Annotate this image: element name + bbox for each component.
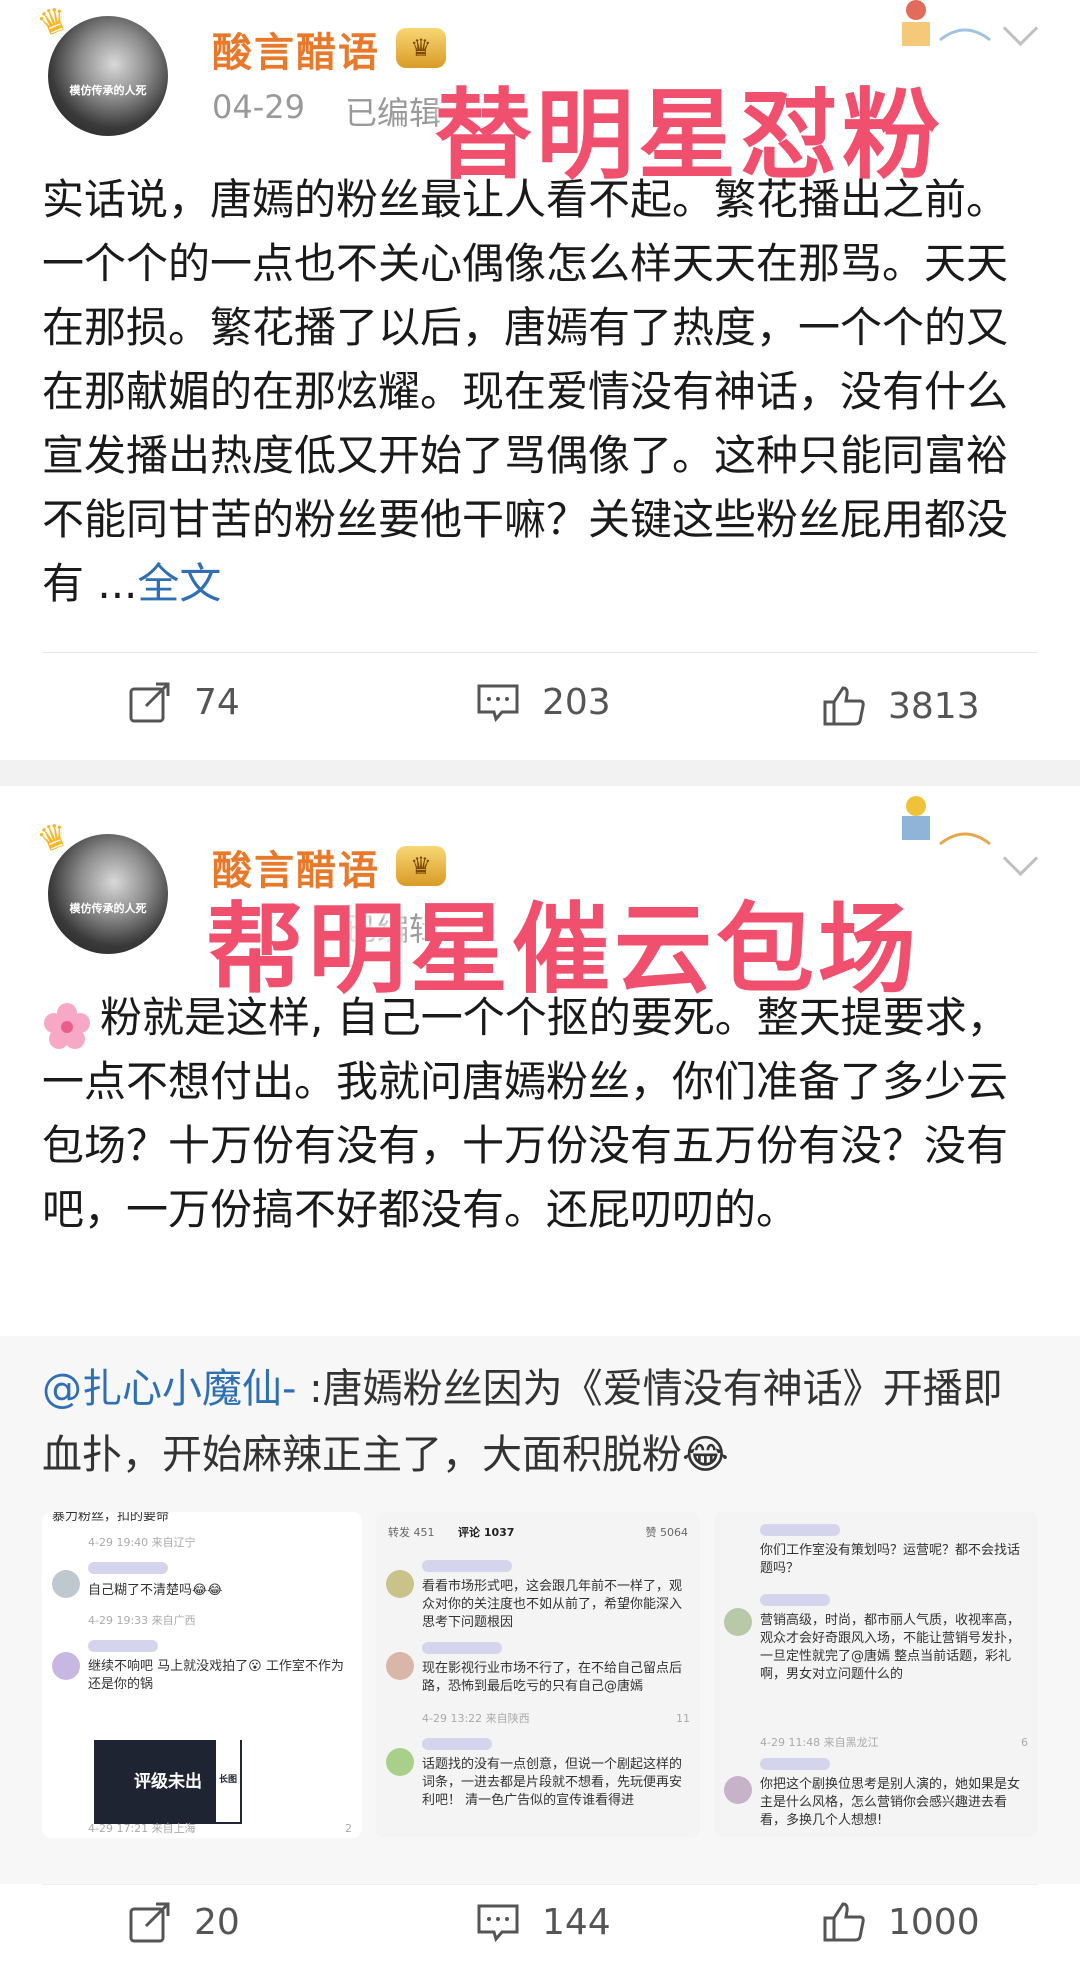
comment-button[interactable]: 144 <box>476 1900 611 1944</box>
post-body: 粉就是这样, 自己一个个抠的要死。整天提要求，一点不想付出。我就问唐嫣粉丝，你们… <box>42 993 1009 1234</box>
username[interactable]: 酸言醋语 <box>212 20 380 78</box>
post-card-1: ♛ 模仿传承的人死 酸言醋语 ♛ 04-29 已编辑 替明星怼粉 实话说，唐嫣的… <box>0 0 1080 760</box>
laughing-emoji-icon: 😂 <box>682 1432 729 1478</box>
blurred-name <box>88 1640 158 1652</box>
post-text: 实话说，唐嫣的粉丝最让人看不起。繁花播出之前。一个个的一点也不关心偶像怎么样天天… <box>42 168 1042 616</box>
rating-card: 评级未出 长图 <box>94 1738 242 1824</box>
thumb-comment: 看看市场形式吧，这会跟几年前不一样了，观众对你的关注度也不如从前了，希望你能深入… <box>422 1579 683 1630</box>
avatar[interactable]: 模仿传承的人死 <box>48 16 168 136</box>
avatar <box>386 1570 414 1598</box>
thumbs-up-icon <box>823 1902 865 1942</box>
section-gap <box>0 760 1080 786</box>
image-thumbnail-1[interactable]: 暴力粉丝，扣的要命 4-29 19:40 来自辽宁 自己糊了不清楚吗😂😂 4-2… <box>42 1512 362 1838</box>
blurred-name <box>88 1562 168 1574</box>
like-count: 3813 <box>888 685 980 727</box>
little-prince-decoration-icon <box>902 0 991 46</box>
thumb-comment: 现在影视行业市场不行了，在不给自己留点后路，恐怖到最后吃亏的只有自己@唐嫣 <box>422 1661 683 1694</box>
thumb-tab-comment: 评论 1037 <box>458 1526 515 1539</box>
blurred-name <box>760 1524 840 1536</box>
thumb-comment: 自己糊了不清楚吗😂😂 <box>88 1583 223 1598</box>
comment-count: 203 <box>542 681 611 723</box>
thumb-tab-repost: 转发 451 <box>388 1526 435 1539</box>
avatar <box>724 1776 752 1804</box>
repost-count: 20 <box>194 1901 240 1943</box>
thumb-time: 4-29 13:22 来自陕西 <box>422 1712 530 1725</box>
post-date: 04-29 <box>212 88 305 126</box>
thumb-text: 暴力粉丝，扣的要命 <box>52 1512 170 1524</box>
like-count: 1000 <box>888 1901 980 1943</box>
avatar <box>724 1608 752 1636</box>
thumbs-up-icon <box>823 686 865 726</box>
long-image-tag: 长图 <box>215 1738 240 1822</box>
thumb-comment: 你们工作室没有策划吗？运营呢？都不会找话题吗？ <box>760 1543 1021 1576</box>
thumb-tab-like: 赞 5064 <box>645 1526 689 1539</box>
thumb-time: 4-29 11:48 来自黑龙江 <box>760 1736 879 1749</box>
thumb-comment: 你把这个剧换位思考是别人演的，她如果是女主是什么风格，怎么营销你会感兴趣进去看看… <box>760 1777 1021 1828</box>
comment-icon <box>477 1904 519 1943</box>
little-prince-decoration-icon <box>902 796 991 846</box>
comment-count: 144 <box>542 1901 611 1943</box>
thumb-time: 4-29 17:21 来自上海 <box>88 1822 196 1835</box>
like-button[interactable]: 3813 <box>822 684 980 728</box>
blurred-name <box>422 1560 512 1572</box>
blurred-name <box>760 1758 830 1770</box>
edited-label: 已编辑 <box>345 94 442 132</box>
thumb-comment: 话题找的没有一点创意，但说一个剧起这样的词条，一进去都是片段就不想看，先玩便再安… <box>422 1757 683 1808</box>
chevron-down-icon[interactable] <box>1002 840 1039 877</box>
repost-button[interactable]: 20 <box>128 1900 240 1944</box>
thumb-comment: 营销高级，时尚，都市丽人气质，收视率高，观众才会好奇跟风入场，不能让营销号发扑，… <box>760 1613 1021 1682</box>
comment-button[interactable]: 203 <box>476 680 611 724</box>
repost-count: 74 <box>194 681 240 723</box>
avatar <box>52 1570 80 1598</box>
avatar-caption: 模仿传承的人死 <box>69 902 147 915</box>
image-thumbnail-2[interactable]: 转发 451 评论 1037 赞 5064 看看市场形式吧，这会跟几年前不一样了… <box>376 1512 700 1838</box>
blurred-name <box>422 1738 492 1750</box>
thumb-likes: 2 <box>345 1822 352 1835</box>
like-button[interactable]: 1000 <box>822 1900 980 1944</box>
blurred-name <box>760 1594 830 1606</box>
divider <box>42 652 1038 653</box>
image-thumbnail-3[interactable]: 你们工作室没有策划吗？运营呢？都不会找话题吗？ 营销高级，时尚，都市丽人气质，收… <box>714 1512 1038 1838</box>
divider <box>42 1884 1038 1885</box>
thumb-likes: 11 <box>676 1712 690 1725</box>
comment-icon <box>477 684 519 723</box>
repost-icon <box>129 1902 170 1943</box>
thumb-time: 4-29 19:33 来自广西 <box>88 1614 196 1627</box>
avatar <box>386 1748 414 1776</box>
repost-icon <box>129 682 170 723</box>
chevron-down-icon[interactable] <box>1002 10 1039 47</box>
full-text-link[interactable]: 全文 <box>137 559 221 608</box>
rating-card-text: 评级未出 <box>134 1772 202 1792</box>
thumb-time: 4-29 19:40 来自辽宁 <box>88 1536 196 1549</box>
avatar <box>386 1652 414 1680</box>
quoted-text: @扎心小魔仙- :唐嫣粉丝因为《爱情没有神话》开播即血扑，开始麻辣正主了，大面积… <box>42 1356 1042 1488</box>
post-text: 粉就是这样, 自己一个个抠的要死。整天提要求，一点不想付出。我就问唐嫣粉丝，你们… <box>42 986 1042 1242</box>
avatar[interactable]: 模仿传承的人死 <box>48 834 168 954</box>
avatar-caption: 模仿传承的人死 <box>69 84 147 97</box>
thumb-likes: 6 <box>1021 1736 1028 1749</box>
repost-button[interactable]: 74 <box>128 680 240 724</box>
blurred-name <box>422 1642 502 1654</box>
post-body: 实话说，唐嫣的粉丝最让人看不起。繁花播出之前。一个个的一点也不关心偶像怎么样天天… <box>42 175 1009 608</box>
thumb-comment: 继续不响吧 马上就没戏拍了😮 工作室不作为还是你的锅 <box>88 1659 344 1692</box>
mention-link[interactable]: @扎心小魔仙- <box>42 1366 296 1412</box>
avatar <box>52 1652 80 1680</box>
